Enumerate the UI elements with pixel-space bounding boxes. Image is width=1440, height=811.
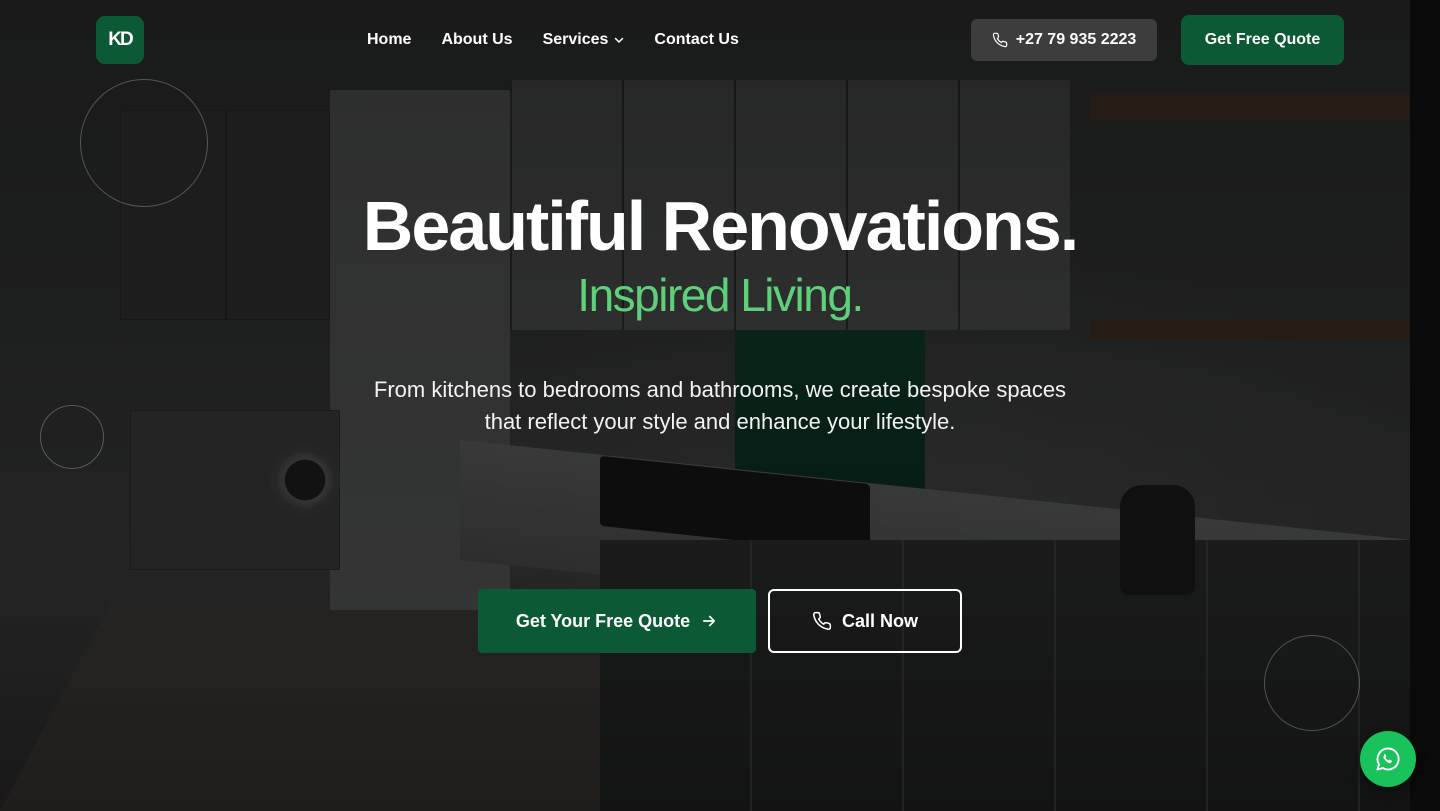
arrow-right-icon <box>703 615 716 627</box>
hero-description-line: From kitchens to bedrooms and bathrooms,… <box>373 377 1067 402</box>
whatsapp-button[interactable] <box>1360 731 1416 787</box>
nav-link-about[interactable]: About Us <box>441 31 512 49</box>
nav-link-label: About Us <box>441 31 513 48</box>
decorative-circle <box>40 405 104 469</box>
phone-number: +27 79 935 2223 <box>1015 31 1137 48</box>
nav-links: Home About Us Services Contact Us <box>367 0 739 80</box>
chevron-down-icon <box>615 37 624 43</box>
call-now-button[interactable]: Call Now <box>768 589 962 653</box>
cta-secondary-label: Call Now <box>841 610 918 631</box>
nav-link-home[interactable]: Home <box>367 31 411 49</box>
get-free-quote-button[interactable]: Get Free Quote <box>1181 15 1344 65</box>
nav-link-services[interactable]: Services <box>543 31 625 49</box>
hero-subtitle: Inspired Living. <box>577 269 864 321</box>
phone-icon <box>812 611 832 630</box>
hero-description-line: that reflect your style and enhance your… <box>484 409 956 434</box>
phone-button[interactable]: +27 79 935 2223 <box>971 19 1157 61</box>
nav-link-label: Home <box>367 31 412 48</box>
whatsapp-icon <box>1376 747 1400 771</box>
get-your-free-quote-button[interactable]: Get Your Free Quote <box>478 589 756 653</box>
hero-description: From kitchens to bedrooms and bathrooms,… <box>340 374 1100 438</box>
logo[interactable]: KD <box>96 16 144 64</box>
navbar: KD Home About Us Services Contact Us +27… <box>0 0 1440 80</box>
nav-link-contact[interactable]: Contact Us <box>654 31 738 49</box>
hero-title: Beautiful Renovations. <box>362 187 1079 265</box>
decorative-circle <box>1264 635 1360 731</box>
nav-link-label: Contact Us <box>654 31 739 48</box>
cta-primary-label: Get Your Free Quote <box>515 610 691 631</box>
phone-icon <box>992 32 1007 48</box>
logo-text: KD <box>108 29 133 50</box>
nav-link-label: Services <box>542 31 609 48</box>
quote-button-label: Get Free Quote <box>1204 31 1321 48</box>
